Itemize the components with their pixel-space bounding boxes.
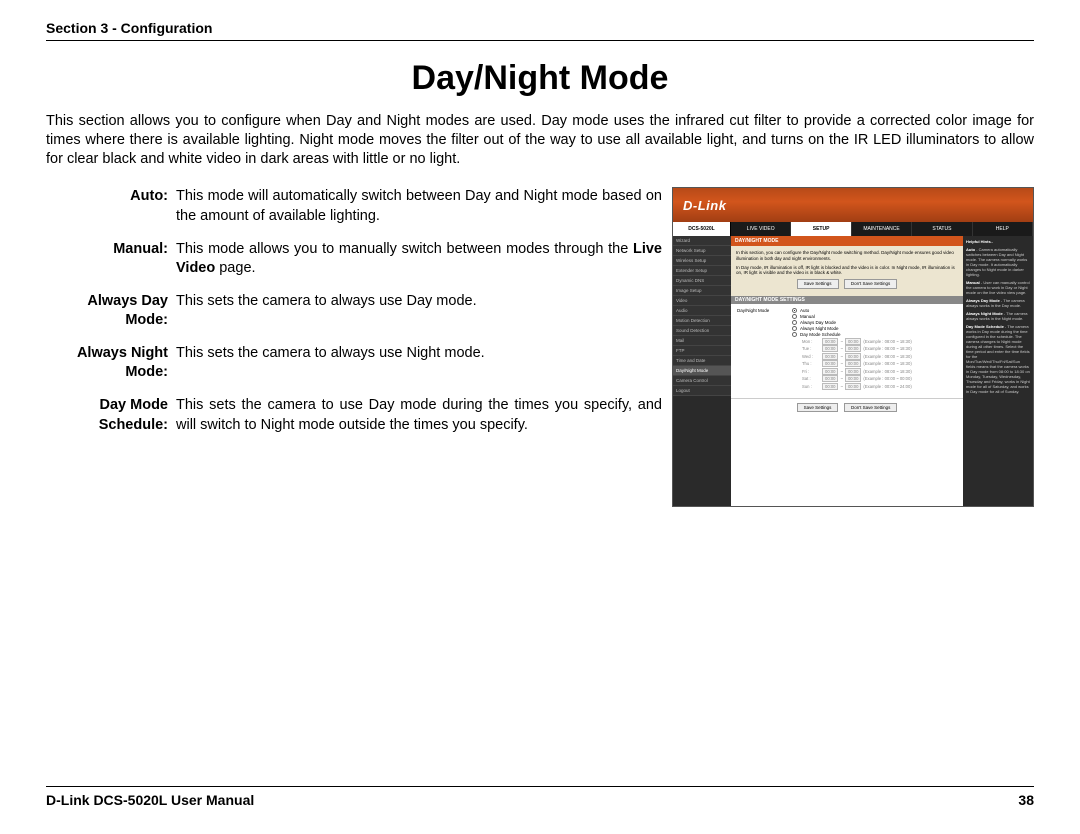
sidebar-item[interactable]: Day/Night Mode <box>673 366 731 376</box>
desc-manual: This mode allows you to manually switch … <box>176 240 662 278</box>
radio-row[interactable]: Manual <box>737 314 957 319</box>
desc-day-schedule: This sets the camera to use Day mode dur… <box>176 396 662 434</box>
sidebar-item[interactable]: Motion Detection <box>673 316 731 326</box>
schedule-row: Sat :00:00~00:00(Example : 00:00 ~ 00:00… <box>802 375 957 382</box>
shot-center: DAY/NIGHT MODE In this section, you can … <box>731 236 963 506</box>
save-button-bottom[interactable]: Save Settings <box>797 403 839 412</box>
radio-icon[interactable] <box>792 326 797 331</box>
radio-row[interactable]: Day/Night ModeAuto <box>737 308 957 313</box>
sidebar-item[interactable]: Wireless Setup <box>673 256 731 266</box>
shot-tabs: DCS-5020L LIVE VIDEO SETUP MAINTENANCE S… <box>673 222 1033 236</box>
sidebar-item[interactable]: Dynamic DNS <box>673 276 731 286</box>
radio-icon[interactable] <box>792 332 797 337</box>
radio-row[interactable]: Day Mode Schedule <box>737 332 957 337</box>
shot-help-panel: Helpful Hints..Auto - Camera automatical… <box>963 236 1033 506</box>
shot-heading: DAY/NIGHT MODE <box>731 236 963 246</box>
radio-row[interactable]: Always Night Mode <box>737 326 957 331</box>
schedule-row: Sun :00:00~00:00(Example : 00:00 ~ 24:00… <box>802 383 957 390</box>
radio-row[interactable]: Always Day Mode <box>737 320 957 325</box>
intro-paragraph: This section allows you to configure whe… <box>46 112 1034 169</box>
footer-left: D-Link DCS-5020L User Manual <box>46 792 254 808</box>
schedule-row: Wed :00:00~00:00(Example : 08:00 ~ 18:30… <box>802 353 957 360</box>
term-always-day: Always Day Mode: <box>46 292 176 330</box>
sidebar-item[interactable]: Extender Setup <box>673 266 731 276</box>
page-footer: D-Link DCS-5020L User Manual 38 <box>46 786 1034 808</box>
radio-icon[interactable] <box>792 314 797 319</box>
tab-status[interactable]: STATUS <box>912 222 972 236</box>
shot-sidebar: WizardNetwork SetupWireless SetupExtende… <box>673 236 731 506</box>
term-auto: Auto: <box>46 187 176 225</box>
shot-form: Day/Night ModeAutoManualAlways Day ModeA… <box>731 304 963 395</box>
tab-setup[interactable]: SETUP <box>791 222 851 236</box>
dlink-logo: D-Link <box>683 198 726 213</box>
definitions-list: Auto: This mode will automatically switc… <box>46 187 662 507</box>
sidebar-item[interactable]: Wizard <box>673 236 731 246</box>
sidebar-item[interactable]: Camera Control <box>673 376 731 386</box>
sidebar-item[interactable]: Sound Detection <box>673 326 731 336</box>
shot-info: In this section, you can configure the D… <box>731 246 963 295</box>
shot-model: DCS-5020L <box>673 222 731 236</box>
footer-page-number: 38 <box>1018 792 1034 808</box>
sidebar-item[interactable]: Time and Date <box>673 356 731 366</box>
schedule-row: Mon :00:00~00:00(Example : 08:00 ~ 18:30… <box>802 338 957 345</box>
sidebar-item[interactable]: Audio <box>673 306 731 316</box>
radio-icon[interactable] <box>792 308 797 313</box>
page-title: Day/Night Mode <box>46 59 1034 98</box>
section-header: Section 3 - Configuration <box>46 20 1034 41</box>
radio-icon[interactable] <box>792 320 797 325</box>
save-button[interactable]: Save Settings <box>797 279 839 289</box>
config-screenshot: D-Link DCS-5020L LIVE VIDEO SETUP MAINTE… <box>672 187 1034 507</box>
schedule-row: Fri :00:00~00:00(Example : 08:00 ~ 18:30… <box>802 368 957 375</box>
schedule-row: Tue :00:00~00:00(Example : 08:00 ~ 18:30… <box>802 345 957 352</box>
sidebar-item[interactable]: Video <box>673 296 731 306</box>
sidebar-item[interactable]: Logout <box>673 386 731 396</box>
desc-always-night: This sets the camera to always use Night… <box>176 344 662 382</box>
shot-subhead: DAY/NIGHT MODE SETTINGS <box>731 296 963 304</box>
desc-auto: This mode will automatically switch betw… <box>176 187 662 225</box>
shot-banner: D-Link <box>673 188 1033 222</box>
tab-maintenance[interactable]: MAINTENANCE <box>852 222 912 236</box>
desc-always-day: This sets the camera to always use Day m… <box>176 292 662 330</box>
sidebar-item[interactable]: Mail <box>673 336 731 346</box>
dont-save-button[interactable]: Don't Save Settings <box>844 279 897 289</box>
sidebar-item[interactable]: FTP <box>673 346 731 356</box>
sidebar-item[interactable]: Image Setup <box>673 286 731 296</box>
dont-save-button-bottom[interactable]: Don't Save Settings <box>844 403 897 412</box>
term-day-schedule: Day Mode Schedule: <box>46 396 176 434</box>
term-manual: Manual: <box>46 240 176 278</box>
tab-help[interactable]: HELP <box>973 222 1033 236</box>
term-always-night: Always Night Mode: <box>46 344 176 382</box>
schedule-row: Thu :00:00~00:00(Example : 08:00 ~ 18:30… <box>802 360 957 367</box>
tab-live-video[interactable]: LIVE VIDEO <box>731 222 791 236</box>
sidebar-item[interactable]: Network Setup <box>673 246 731 256</box>
